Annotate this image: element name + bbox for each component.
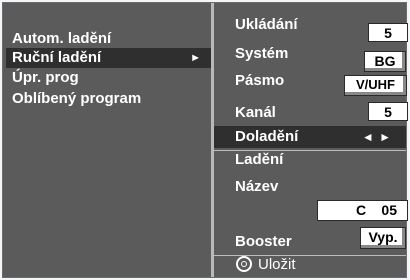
name-channel-letter: C [356,202,367,218]
menu-item-manual-tuning[interactable]: Ruční ladění ► [6,48,211,68]
band-value[interactable]: V/UHF [344,75,407,96]
booster-label: Booster [235,233,292,250]
menu-item-label: Oblíbený program [12,90,142,107]
name-label: Název [235,178,279,195]
storage-value[interactable]: 5 [368,23,408,42]
fine-tuning-label: Doladění [235,128,299,145]
tv-osd-screen: Autom. ladění Ruční ladění ► Úpr. prog O… [0,0,410,280]
name-channel-number: 05 [381,202,397,218]
save-label: Uložit [258,256,296,273]
channel-label: Kanál [235,104,276,121]
submenu-arrow-icon: ► [190,52,201,64]
menu-item-label: Autom. ladění [12,30,112,47]
storage-label: Ukládání [235,16,298,33]
system-value[interactable]: BG [364,51,406,72]
save-button[interactable]: Uložit [236,255,296,275]
search-label[interactable]: Ladění [235,150,283,170]
booster-value[interactable]: Vyp. [360,227,406,249]
osd-window: Autom. ladění Ruční ladění ► Úpr. prog O… [2,2,408,278]
name-value[interactable]: C 05 [317,200,408,221]
main-menu: Autom. ladění Ruční ladění ► Úpr. prog O… [3,3,214,277]
menu-item-program-edit[interactable]: Úpr. prog [6,68,211,88]
ok-circle-icon [236,256,252,272]
left-right-arrows-icon: ◄ ► [361,130,392,144]
menu-item-label: Úpr. prog [12,69,79,86]
menu-item-label: Ruční ladění [12,49,102,66]
system-label: Systém [235,45,289,62]
manual-tuning-panel: Ukládání 5 Systém BG Pásmo V/UHF Kanál 5… [214,3,408,277]
menu-item-favourite-program[interactable]: Oblíbený program [6,89,211,109]
band-label: Pásmo [235,72,285,89]
channel-value[interactable]: 5 [368,102,408,121]
menu-item-auto-tuning[interactable]: Autom. ladění [6,29,211,49]
